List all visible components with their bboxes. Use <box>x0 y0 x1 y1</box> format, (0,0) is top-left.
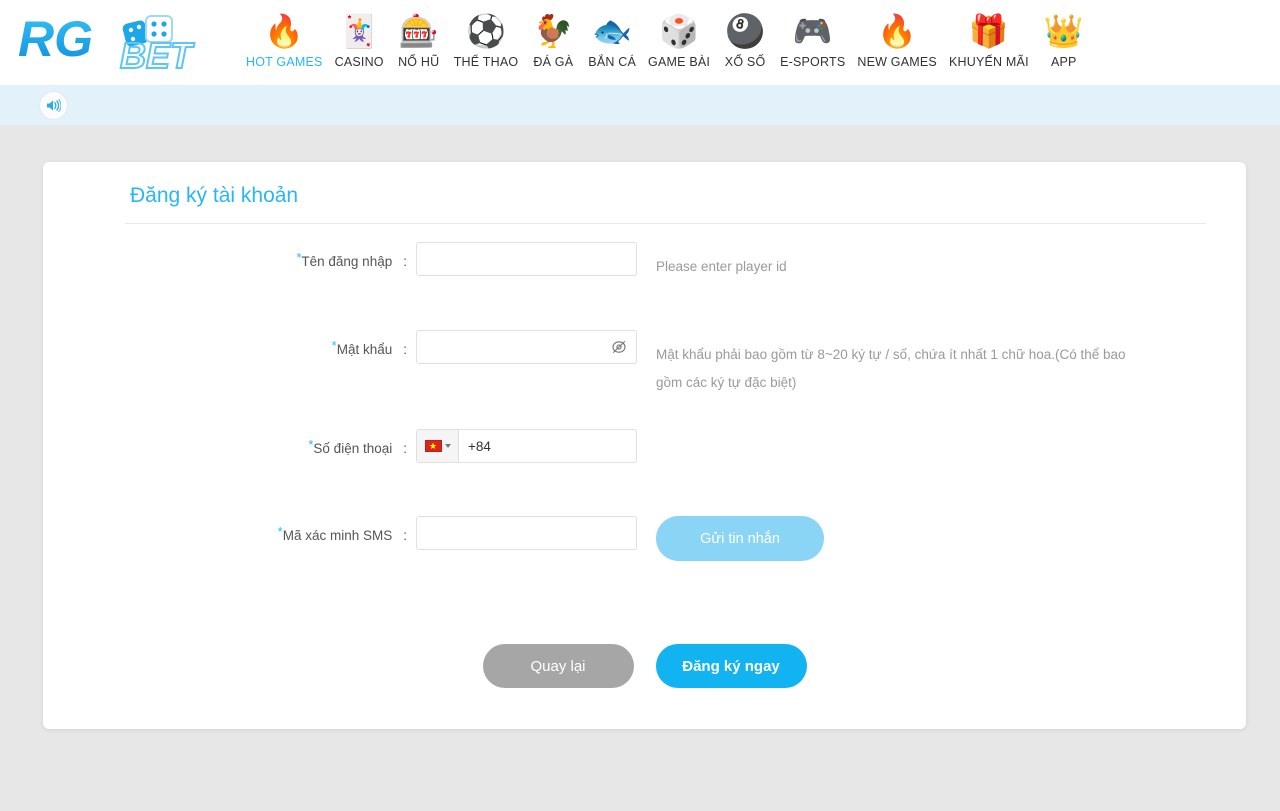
phone-label: *Số điện thoại: <box>83 429 416 456</box>
nav-item-label: NỔ HŨ <box>398 55 440 69</box>
gamepad-icon: 🎮 <box>792 13 833 49</box>
username-hint: Please enter player id <box>656 259 787 275</box>
gift-icon: 🎁 <box>968 13 1009 49</box>
nav-item-nổ-hũ[interactable]: 🎰 NỔ HŨ <box>390 8 448 69</box>
svg-text:BET: BET <box>120 35 195 74</box>
required-asterisk: * <box>296 250 302 266</box>
page-body: Đăng ký tài khoản *Tên đăng nhập: Please… <box>0 125 1280 811</box>
send-sms-button[interactable]: Gửi tin nhắn <box>656 516 824 562</box>
nav-item-label: CASINO <box>334 55 384 69</box>
page-title: Đăng ký tài khoản <box>130 184 299 207</box>
nav-item-label: E-SPORTS <box>780 55 846 69</box>
speaker-glyph-icon <box>47 98 61 112</box>
sms-input-wrap <box>416 516 637 551</box>
registration-card: Đăng ký tài khoản *Tên đăng nhập: Please… <box>43 162 1246 729</box>
vietnam-flag-icon: ★ <box>424 440 442 453</box>
nav-item-label: BẮN CÁ <box>588 55 637 69</box>
dice-icon: 🎲 <box>659 13 699 49</box>
label-colon: : <box>403 528 407 544</box>
password-input-wrap <box>416 330 637 365</box>
password-label: *Mật khẩu: <box>83 330 416 357</box>
nav-item-đá-gà[interactable]: 🐓 ĐÁ GÀ <box>524 8 582 69</box>
username-label: *Tên đăng nhập: <box>83 242 416 269</box>
form-row-phone: *Số điện thoại: ★ <box>83 429 1206 483</box>
nav-item-label: NEW GAMES <box>857 55 937 69</box>
slot-machine-icon: 🎰 <box>398 13 439 49</box>
phone-label-text: Số điện thoại <box>313 441 393 457</box>
password-input[interactable] <box>417 331 636 364</box>
required-asterisk: * <box>331 338 337 354</box>
nav-item-app[interactable]: 👑 APP <box>1035 8 1093 69</box>
svg-text:RG: RG <box>18 12 93 67</box>
crown-icon: 👑 <box>1043 13 1084 49</box>
nav-item-casino[interactable]: 🃏 CASINO <box>329 8 390 69</box>
soccer-ball-icon: ⚽ <box>466 13 506 49</box>
chevron-down-icon <box>444 444 451 449</box>
announcement-bar <box>0 85 1280 125</box>
label-colon: : <box>403 254 407 270</box>
sms-label: *Mã xác minh SMS: <box>83 516 416 543</box>
nav-item-bắn-cá[interactable]: 🐟 BẮN CÁ <box>582 8 642 69</box>
back-button[interactable]: Quay lại <box>482 644 634 689</box>
label-colon: : <box>403 441 407 457</box>
form-row-password: *Mật khẩu: Mật khẩu phải bao gồm từ 8~20… <box>83 330 1206 396</box>
casino-icon: 🃏 <box>339 13 380 49</box>
eye-off-glyph-icon <box>612 341 626 354</box>
nav-item-e-sports[interactable]: 🎮 E-SPORTS <box>774 8 851 69</box>
username-input[interactable] <box>417 243 636 276</box>
nav-item-game-bài[interactable]: 🎲 GAME BÀI <box>642 8 716 69</box>
password-field[interactable] <box>416 330 637 365</box>
country-selector[interactable]: ★ <box>417 430 459 463</box>
nav-item-label: THỂ THAO <box>453 55 519 69</box>
required-asterisk: * <box>308 437 314 453</box>
speaker-icon[interactable] <box>40 91 67 119</box>
password-label-text: Mật khẩu <box>336 342 393 358</box>
eye-off-icon[interactable] <box>611 339 627 355</box>
nav-item-hot-games[interactable]: 🔥 HOT GAMES <box>240 8 329 69</box>
flame-icon: 🔥 <box>877 13 918 49</box>
nav-item-label: APP <box>1050 55 1077 69</box>
site-logo[interactable]: RG BET <box>0 0 240 85</box>
lottery-ball-icon: 🎱 <box>725 13 765 49</box>
form-row-sms: *Mã xác minh SMS: Gửi tin nhắn <box>83 516 1206 570</box>
rgbet-logo-icon: RG BET <box>18 12 196 74</box>
phone-field[interactable]: ★ <box>416 429 637 464</box>
rooster-icon: 🐓 <box>533 13 574 49</box>
sms-label-text: Mã xác minh SMS <box>282 528 393 544</box>
label-colon: : <box>403 342 407 358</box>
nav-item-thể-thao[interactable]: ⚽ THỂ THAO <box>448 8 525 69</box>
site-header: RG BET 🔥 HOT GAMES 🃏 CASINO 🎰 NỔ HŨ ⚽ THỂ THAO 🐓… <box>0 0 1280 85</box>
username-label-text: Tên đăng nhập <box>301 254 393 270</box>
nav-item-xổ-số[interactable]: 🎱 XỔ SỐ <box>716 8 774 69</box>
form-actions: Quay lại Đăng ký ngay <box>83 570 1206 689</box>
form-row-username: *Tên đăng nhập: Please enter player id <box>83 242 1206 296</box>
phone-input-wrap: ★ <box>416 429 637 464</box>
flame-icon: 🔥 <box>264 13 305 49</box>
main-navigation: 🔥 HOT GAMES 🃏 CASINO 🎰 NỔ HŨ ⚽ THỂ THAO 🐓 ĐÁ GÀ 🐟 B… <box>240 0 1280 85</box>
registration-form: *Tên đăng nhập: Please enter player id *… <box>83 224 1206 689</box>
nav-item-label: GAME BÀI <box>648 55 711 69</box>
flag-star: ★ <box>428 440 438 451</box>
register-button[interactable]: Đăng ký ngay <box>655 644 807 689</box>
nav-item-khuyến-mãi[interactable]: 🎁 KHUYẾN MÃI <box>943 8 1035 69</box>
nav-item-label: HOT GAMES <box>246 55 323 69</box>
phone-input[interactable] <box>459 430 636 463</box>
password-hint: Mật khẩu phải bao gồm từ 8~20 ký tự / số… <box>656 347 1126 390</box>
nav-item-label: XỔ SỐ <box>724 55 766 69</box>
sms-field[interactable] <box>416 516 637 551</box>
nav-item-label: KHUYẾN MÃI <box>948 55 1029 69</box>
required-asterisk: * <box>277 524 283 540</box>
nav-item-new-games[interactable]: 🔥 NEW GAMES <box>851 8 943 69</box>
username-input-wrap <box>416 242 637 277</box>
fish-icon: 🐟 <box>592 13 633 49</box>
username-field[interactable] <box>416 242 637 277</box>
nav-item-label: ĐÁ GÀ <box>533 55 574 69</box>
sms-input[interactable] <box>417 517 636 550</box>
